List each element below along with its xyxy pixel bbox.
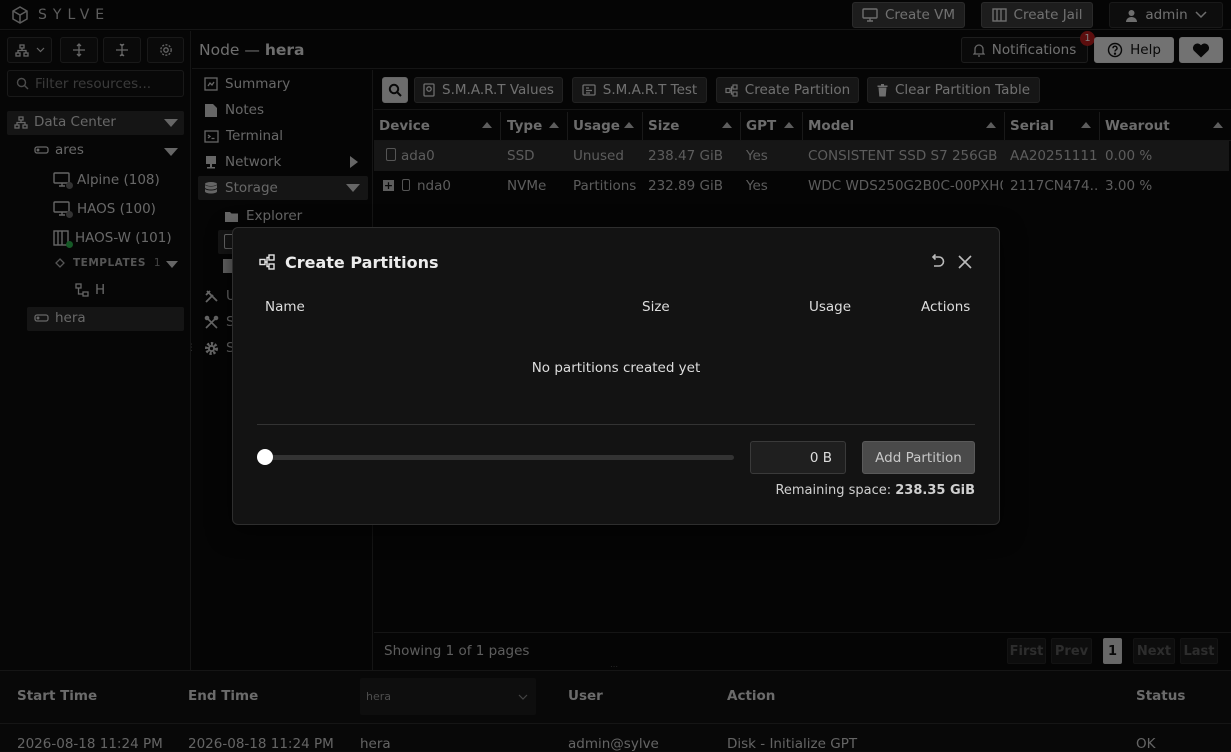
dialog-divider bbox=[257, 424, 975, 425]
partitions-col-actions: Actions bbox=[921, 299, 971, 315]
slider-thumb[interactable] bbox=[257, 449, 273, 465]
remaining-space: Remaining space: 238.35 GiB bbox=[700, 483, 975, 498]
partition-size-value: 0 B bbox=[809, 449, 832, 466]
partition-size-slider[interactable] bbox=[257, 448, 735, 466]
add-partition-button[interactable]: Add Partition bbox=[862, 441, 975, 474]
partition-icon bbox=[259, 254, 275, 270]
partitions-col-name: Name bbox=[265, 299, 305, 315]
remaining-space-value: 238.35 GiB bbox=[895, 483, 975, 498]
dialog-title: Create Partitions bbox=[285, 253, 439, 272]
add-partition-label: Add Partition bbox=[875, 449, 962, 466]
partitions-col-size: Size bbox=[642, 299, 670, 315]
partition-size-input[interactable]: 0 B bbox=[750, 441, 846, 474]
partitions-col-usage: Usage bbox=[809, 299, 852, 315]
slider-track bbox=[257, 455, 734, 460]
close-icon[interactable] bbox=[957, 254, 973, 270]
reset-icon[interactable] bbox=[928, 253, 946, 271]
remaining-space-label: Remaining space: bbox=[775, 483, 892, 498]
partitions-empty-message: No partitions created yet bbox=[531, 360, 701, 376]
